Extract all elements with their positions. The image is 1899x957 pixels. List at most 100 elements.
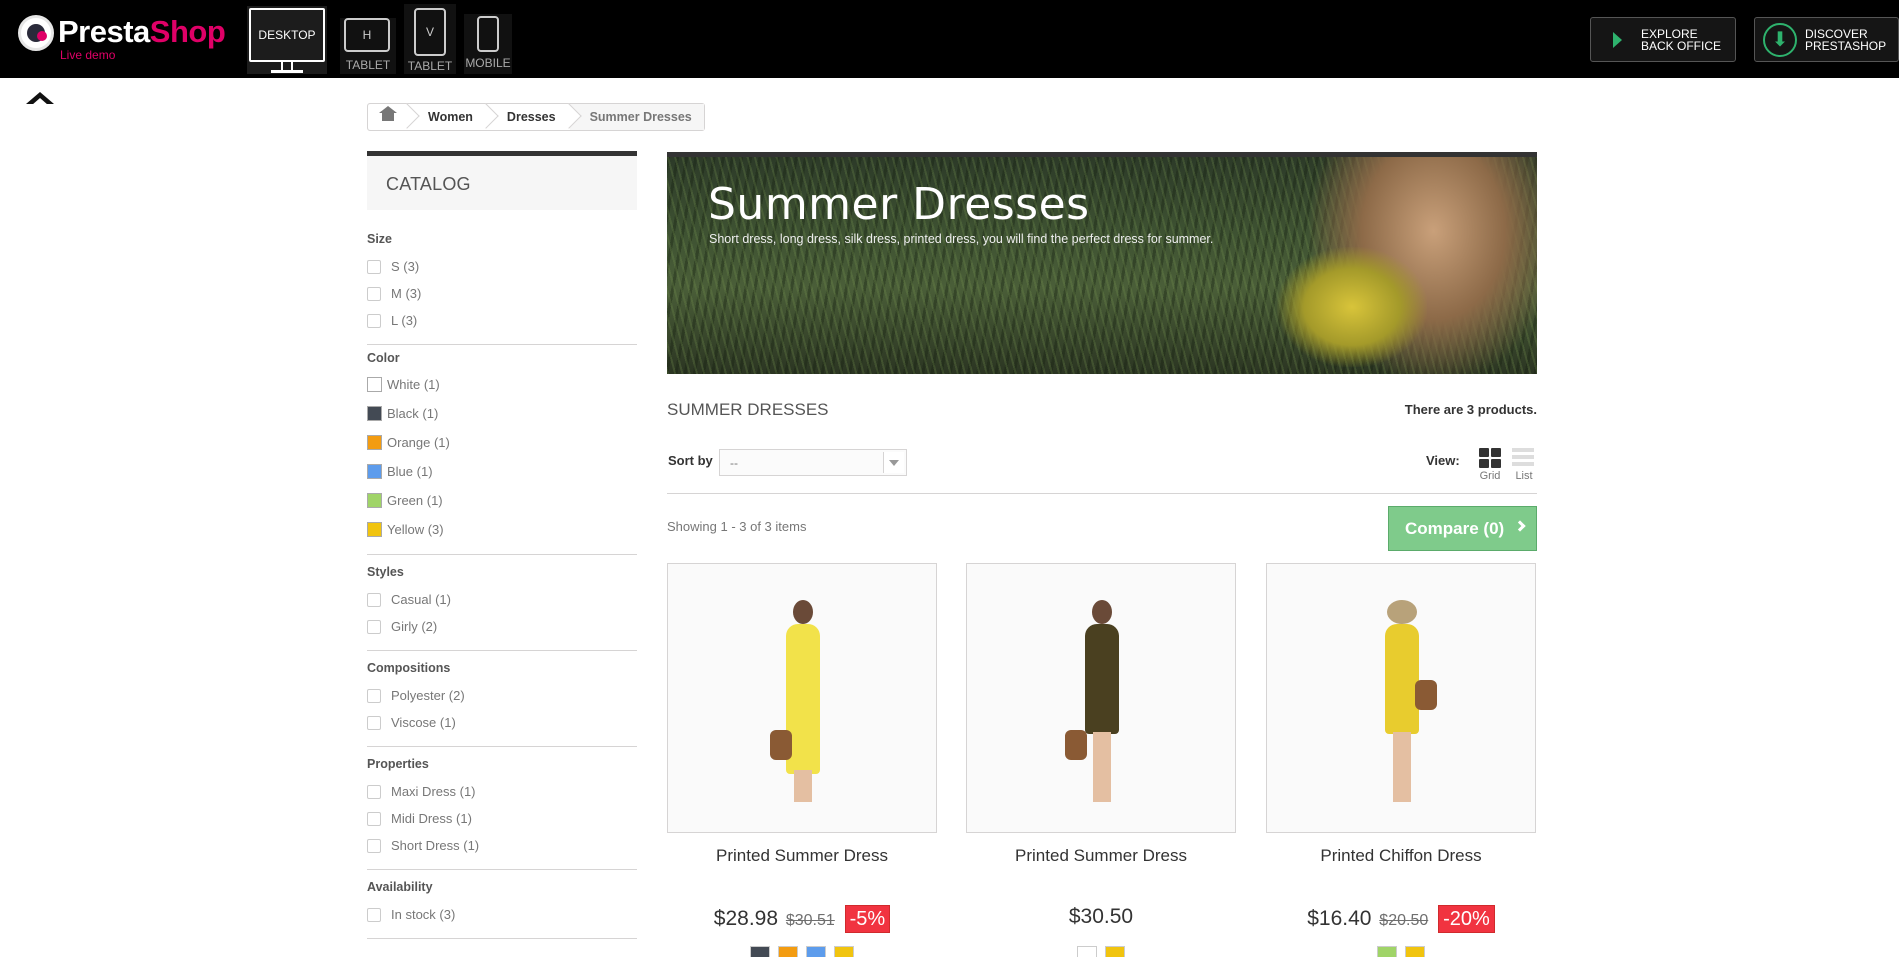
filter-option[interactable]: Polyester (2)	[367, 682, 637, 709]
product-color-swatch[interactable]	[1377, 946, 1397, 957]
color-swatch[interactable]	[367, 435, 382, 450]
checkbox[interactable]	[367, 811, 381, 826]
breadcrumb-home[interactable]	[368, 103, 420, 130]
filter-compositions: Compositions Polyester (2) Viscose (1)	[367, 651, 637, 747]
product-name[interactable]: Printed Chiffon Dress	[1266, 846, 1536, 866]
catalog-heading: CATALOG	[367, 151, 637, 210]
filter-option[interactable]: Midi Dress (1)	[367, 805, 637, 832]
color-swatches	[1266, 945, 1536, 957]
color-swatch[interactable]	[367, 493, 382, 508]
product-color-swatch[interactable]	[834, 946, 854, 957]
checkbox[interactable]	[367, 313, 381, 328]
checkbox[interactable]	[367, 592, 381, 607]
filter-option[interactable]: Black (1)	[367, 399, 637, 428]
product-color-swatch[interactable]	[750, 946, 770, 957]
discover-prestashop-button[interactable]: ⬇ DISCOVER PRESTASHOP	[1754, 17, 1899, 62]
checkbox[interactable]	[367, 784, 381, 799]
product-color-swatch[interactable]	[1105, 946, 1125, 957]
filter-option[interactable]: In stock (3)	[367, 901, 637, 928]
filter-option[interactable]: Viscose (1)	[367, 709, 637, 736]
product-color-swatch[interactable]	[806, 946, 826, 957]
view-list-button[interactable]: List	[1510, 446, 1538, 484]
breadcrumb-current: Summer Dresses	[569, 104, 704, 130]
breadcrumb-dresses[interactable]: Dresses	[486, 103, 582, 130]
checkbox[interactable]	[367, 907, 381, 922]
desktop-label: DESKTOP	[249, 8, 325, 62]
product-color-swatch[interactable]	[1405, 946, 1425, 957]
product-color-swatch[interactable]	[1077, 946, 1097, 957]
product-card[interactable]: Printed Chiffon Dress $16.40 $20.50 -20%	[1266, 563, 1536, 957]
filter-option[interactable]: Casual (1)	[367, 586, 637, 613]
play-arrow-icon	[1613, 32, 1622, 48]
product-name[interactable]: Printed Summer Dress	[966, 846, 1236, 866]
vtablet-label: TABLET	[407, 59, 453, 73]
checkbox[interactable]	[367, 688, 381, 703]
filter-option[interactable]: M (3)	[367, 280, 637, 307]
category-name: SUMMER DRESSES	[667, 400, 829, 419]
checkbox[interactable]	[367, 259, 381, 274]
filter-option[interactable]: White (1)	[367, 370, 637, 399]
filter-option[interactable]: Green (1)	[367, 486, 637, 515]
checkbox[interactable]	[367, 838, 381, 853]
sort-value: --	[730, 456, 738, 470]
old-price: $20.50	[1379, 912, 1429, 929]
view-grid-button[interactable]: Grid	[1476, 446, 1504, 484]
device-desktop-button[interactable]: DESKTOP	[247, 6, 327, 74]
product-card[interactable]: Printed Summer Dress $30.50	[966, 563, 1236, 957]
filter-option[interactable]: Short Dress (1)	[367, 832, 637, 859]
filter-option[interactable]: Maxi Dress (1)	[367, 778, 637, 805]
device-horizontal-tablet-button[interactable]: H TABLET	[340, 18, 396, 74]
compare-button[interactable]: Compare (0)	[1388, 506, 1537, 551]
product-price: $16.40	[1307, 907, 1372, 930]
mobile-phone-icon	[477, 16, 499, 52]
filter-color: Color White (1) Black (1) Orange (1) Blu…	[367, 345, 637, 555]
discount-badge: -20%	[1438, 905, 1495, 933]
mobile-label: MOBILE	[465, 56, 511, 70]
chevron-down-icon	[883, 452, 904, 473]
color-swatch[interactable]	[367, 406, 382, 421]
explore-back-office-button[interactable]: EXPLORE BACK OFFICE	[1590, 17, 1736, 62]
product-price: $28.98	[713, 907, 779, 930]
device-vertical-tablet-button[interactable]: V TABLET	[404, 4, 456, 74]
category-banner: Summer Dresses Short dress, long dress, …	[667, 152, 1537, 374]
device-mobile-button[interactable]: MOBILE	[464, 14, 512, 74]
checkbox[interactable]	[367, 286, 381, 301]
filter-option[interactable]: Orange (1)	[367, 428, 637, 457]
product-image[interactable]	[1266, 563, 1536, 833]
filter-properties: Properties Maxi Dress (1) Midi Dress (1)…	[367, 747, 637, 870]
product-image[interactable]	[667, 563, 937, 833]
dress-model-image	[770, 600, 830, 802]
logo-subtitle: Live demo	[60, 48, 116, 62]
old-price: $30.51	[785, 912, 835, 929]
checkbox[interactable]	[367, 715, 381, 730]
filter-title: Color	[367, 351, 400, 365]
dress-model-image	[1065, 600, 1129, 802]
product-color-swatch[interactable]	[778, 946, 798, 957]
list-icon	[1512, 448, 1534, 452]
breadcrumb: Women Dresses Summer Dresses	[367, 103, 705, 131]
logo-shop: Shop	[149, 14, 226, 49]
filter-title: Properties	[367, 757, 429, 771]
showing-count: Showing 1 - 3 of 3 items	[667, 519, 807, 534]
htablet-icon: H	[344, 18, 390, 52]
monitor-stand-icon	[281, 62, 293, 70]
checkbox[interactable]	[367, 619, 381, 634]
product-image[interactable]	[966, 563, 1236, 833]
filter-option[interactable]: Girly (2)	[367, 613, 637, 640]
divider	[667, 493, 1537, 494]
filter-option[interactable]: S (3)	[367, 253, 637, 280]
color-swatch[interactable]	[367, 522, 382, 537]
filter-option[interactable]: Yellow (3)	[367, 515, 637, 544]
filter-option[interactable]: L (3)	[367, 307, 637, 334]
filter-option[interactable]: Blue (1)	[367, 457, 637, 486]
sort-select[interactable]: --	[719, 449, 907, 476]
product-card[interactable]: Printed Summer Dress $28.98 $30.51 -5%	[667, 563, 937, 957]
product-name[interactable]: Printed Summer Dress	[667, 846, 937, 866]
collapse-chevron-up-icon[interactable]	[24, 88, 54, 105]
grid-icon	[1479, 448, 1489, 457]
explore-line2: BACK OFFICE	[1641, 39, 1722, 53]
prestashop-logo[interactable]: PrestaShop Live demo	[18, 14, 228, 62]
breadcrumb-women[interactable]: Women	[408, 103, 499, 130]
color-swatch[interactable]	[367, 464, 382, 479]
color-swatch[interactable]	[367, 377, 382, 392]
